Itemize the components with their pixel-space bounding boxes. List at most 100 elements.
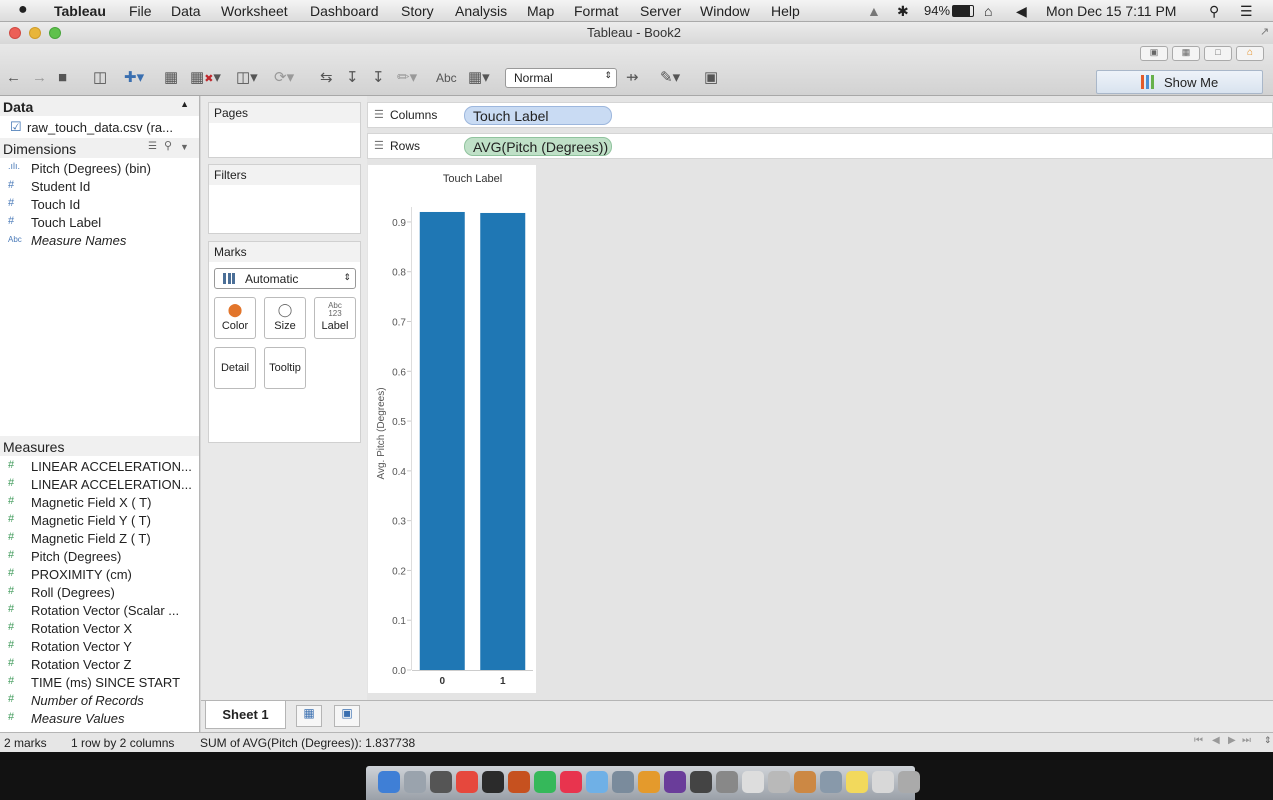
measure-item[interactable]: # Rotation Vector Y [0, 638, 199, 656]
dock-app-icon[interactable] [768, 771, 790, 793]
fit-select[interactable]: Normal ⇕ [505, 68, 617, 88]
dimension-item[interactable]: # Student Id [0, 178, 199, 196]
search-icon[interactable]: ⚲ [164, 139, 172, 152]
mark-type-select[interactable]: Automatic ⇕ [214, 268, 356, 289]
prev-sheet-icon[interactable]: ◀ [1212, 735, 1220, 746]
measure-item[interactable]: # Magnetic Field Z ( T) [0, 530, 199, 548]
new-worksheet-tab-icon[interactable]: ▦ [296, 705, 322, 727]
clock[interactable]: Mon Dec 15 7:11 PM [1046, 3, 1176, 19]
spotlight-search-icon[interactable]: ⚲ [1209, 3, 1219, 20]
next-sheet-icon[interactable]: ▶ [1228, 735, 1236, 746]
data-menu-icon[interactable]: ▲ [180, 99, 189, 109]
dock-app-icon[interactable] [378, 771, 400, 793]
detail-button[interactable]: Detail [214, 347, 256, 389]
bluetooth-icon[interactable]: ✱ [897, 3, 909, 20]
dimensions-menu-icon[interactable]: ▼ [180, 142, 189, 152]
tab-sheet-1[interactable]: Sheet 1 [205, 701, 286, 729]
dock-app-icon[interactable] [690, 771, 712, 793]
dock-app-icon[interactable] [846, 771, 868, 793]
measure-item[interactable]: # TIME (ms) SINCE START [0, 674, 199, 692]
rows-pill[interactable]: AVG(Pitch (Degrees)) [464, 137, 612, 156]
columns-pill[interactable]: Touch Label [464, 106, 612, 125]
pause-updates-icon[interactable]: ◫▾ [236, 69, 258, 87]
chart-type-icon[interactable]: ▦▾ [468, 69, 490, 87]
new-dashboard-tab-icon[interactable]: ▣ [334, 705, 360, 727]
sort-descending-icon[interactable]: ↧ [372, 69, 385, 87]
view-toggle-home-icon[interactable]: ⌂ [1236, 46, 1264, 61]
dock-app-icon[interactable] [872, 771, 894, 793]
clear-sheet-icon[interactable]: ▦✖▾ [190, 69, 221, 88]
dock-app-icon[interactable] [820, 771, 842, 793]
dock-app-icon[interactable] [664, 771, 686, 793]
show-me-button[interactable]: Show Me [1096, 70, 1263, 94]
dimension-item[interactable]: .ılı. Pitch (Degrees) (bin) [0, 160, 199, 178]
size-button[interactable]: ◯ Size [264, 297, 306, 339]
menu-story[interactable]: Story [401, 3, 434, 19]
dock-app-icon[interactable] [404, 771, 426, 793]
first-sheet-icon[interactable]: ⏮ [1194, 735, 1203, 746]
dock-app-icon[interactable] [508, 771, 530, 793]
forward-arrow-icon[interactable]: → [32, 69, 47, 87]
zoom-window-button[interactable] [49, 27, 61, 39]
close-window-button[interactable] [9, 27, 21, 39]
list-menu-icon[interactable]: ☰ [1240, 3, 1253, 20]
view-toggle-grid-icon[interactable]: ▦ [1172, 46, 1200, 61]
measure-item[interactable]: # Pitch (Degrees) [0, 548, 199, 566]
back-arrow-icon[interactable]: ← [6, 69, 21, 87]
minimize-window-button[interactable] [29, 27, 41, 39]
dock-app-icon[interactable] [638, 771, 660, 793]
dock-app-icon[interactable] [742, 771, 764, 793]
duplicate-sheet-icon[interactable]: ▦ [164, 69, 178, 87]
datasource-item[interactable]: ☑ raw_touch_data.csv (ra... [0, 118, 199, 138]
presentation-mode-icon[interactable]: ▣ [704, 69, 718, 87]
menu-data[interactable]: Data [171, 3, 201, 19]
bar-chart[interactable]: Touch Label 0.0 0.1 0.2 0.3 0.4 0.5 0.6 0.7 0.8 0.… [368, 165, 536, 693]
menu-dashboard[interactable]: Dashboard [310, 3, 379, 19]
color-button[interactable]: ⬤ Color [214, 297, 256, 339]
measure-item[interactable]: # Roll (Degrees) [0, 584, 199, 602]
menu-help[interactable]: Help [771, 3, 800, 19]
save-icon[interactable]: ■ [58, 69, 67, 87]
last-sheet-icon[interactable]: ⏭ [1242, 735, 1251, 746]
dock-app-icon[interactable] [586, 771, 608, 793]
measure-item[interactable]: # Rotation Vector X [0, 620, 199, 638]
battery-icon[interactable] [952, 5, 974, 17]
menu-worksheet[interactable]: Worksheet [221, 3, 288, 19]
dock-app-icon[interactable] [612, 771, 634, 793]
tooltip-button[interactable]: Tooltip [264, 347, 306, 389]
wifi-icon[interactable]: ⌂ [984, 3, 992, 19]
measure-item[interactable]: # Magnetic Field Y ( T) [0, 512, 199, 530]
apple-icon[interactable]: ● [18, 1, 28, 19]
dimension-item[interactable]: # Touch Label [0, 214, 199, 232]
swap-icon[interactable]: ⇆ [320, 69, 333, 87]
format-pen-icon[interactable]: ✎▾ [660, 69, 680, 87]
view-toggle-page-icon[interactable]: □ [1204, 46, 1232, 61]
dimension-item[interactable]: # Touch Id [0, 196, 199, 214]
view-list-icon[interactable]: ☰ [148, 141, 157, 152]
dock-app-icon[interactable] [560, 771, 582, 793]
columns-shelf[interactable]: ☰ Columns Touch Label [367, 102, 1273, 128]
notification-icon[interactable]: ▲ [867, 3, 881, 19]
refresh-icon[interactable]: ⟳▾ [274, 69, 294, 87]
volume-icon[interactable]: ◀ [1016, 3, 1027, 20]
datasource-icon[interactable]: ◫ [93, 69, 107, 87]
rows-shelf[interactable]: ☰ Rows AVG(Pitch (Degrees)) [367, 133, 1273, 159]
measure-item[interactable]: # Rotation Vector (Scalar ... [0, 602, 199, 620]
menu-analysis[interactable]: Analysis [455, 3, 507, 19]
measure-item[interactable]: # Number of Records [0, 692, 199, 710]
fullscreen-icon[interactable]: ↗ [1260, 25, 1269, 38]
dock-app-icon[interactable] [456, 771, 478, 793]
menu-window[interactable]: Window [700, 3, 750, 19]
menu-format[interactable]: Format [574, 3, 618, 19]
measure-item[interactable]: # LINEAR ACCELERATION... [0, 476, 199, 494]
label-button[interactable]: Abc 123 Label [314, 297, 356, 339]
menu-map[interactable]: Map [527, 3, 554, 19]
measure-item[interactable]: # PROXIMITY (cm) [0, 566, 199, 584]
new-worksheet-icon[interactable]: ✚▾ [124, 69, 144, 87]
show-labels-button[interactable]: Abc [436, 69, 457, 87]
measure-item[interactable]: # Magnetic Field X ( T) [0, 494, 199, 512]
dimension-item[interactable]: Abc Measure Names [0, 232, 199, 250]
view-toggle-data-icon[interactable]: ▣ [1140, 46, 1168, 61]
highlight-icon[interactable]: ✏▾ [397, 69, 417, 87]
measure-item[interactable]: # Measure Values [0, 710, 199, 728]
